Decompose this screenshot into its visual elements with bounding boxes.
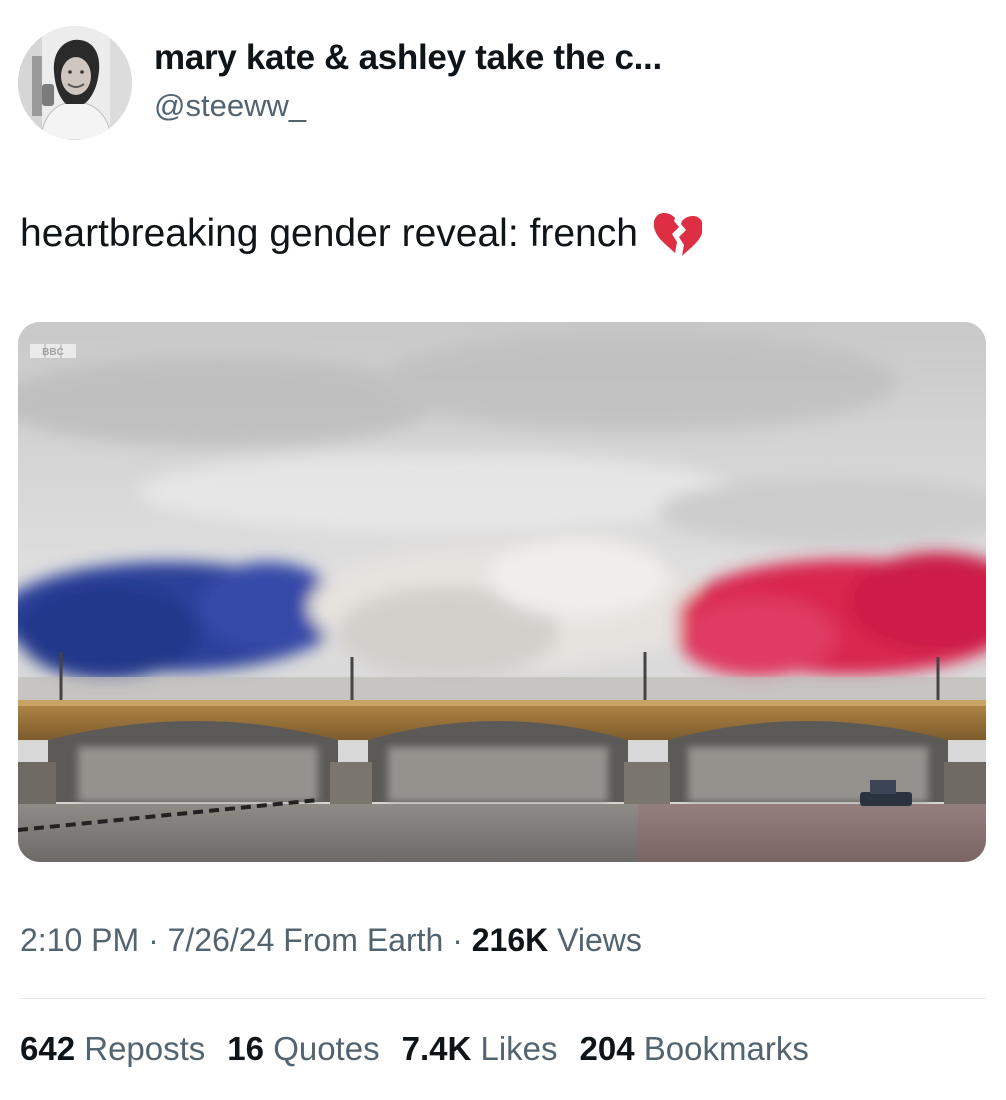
tweet-date[interactable]: 7/26/24 bbox=[168, 922, 275, 958]
bridge-smoke-photo: BBC bbox=[18, 322, 986, 862]
tweet-text-body: heartbreaking gender reveal: french bbox=[20, 212, 638, 255]
tweet-meta: 2:10 PM · 7/26/24 From Earth · 216K View… bbox=[20, 922, 642, 959]
broken-heart-emoji-icon bbox=[652, 210, 704, 258]
likes-stat[interactable]: 7.4K Likes bbox=[402, 1030, 558, 1068]
quotes-stat[interactable]: 16 Quotes bbox=[227, 1030, 379, 1068]
bookmarks-count: 204 bbox=[579, 1030, 635, 1067]
tweet-source: From Earth bbox=[283, 922, 444, 958]
divider bbox=[20, 998, 986, 999]
quotes-count: 16 bbox=[227, 1030, 265, 1067]
author-display-name[interactable]: mary kate & ashley take the c... bbox=[154, 38, 662, 78]
reposts-stat[interactable]: 642 Reposts bbox=[20, 1030, 205, 1068]
views-count: 216K bbox=[471, 922, 549, 958]
tweet-time[interactable]: 2:10 PM bbox=[20, 922, 139, 958]
reposts-label: Reposts bbox=[84, 1030, 206, 1067]
reposts-count: 642 bbox=[20, 1030, 76, 1067]
avatar[interactable] bbox=[18, 26, 132, 140]
avatar-photo-icon bbox=[18, 26, 132, 140]
bookmarks-stat[interactable]: 204 Bookmarks bbox=[580, 1030, 809, 1068]
bookmarks-label: Bookmarks bbox=[643, 1030, 809, 1067]
tweet-media-image[interactable]: BBC bbox=[18, 322, 986, 862]
quotes-label: Quotes bbox=[273, 1030, 380, 1067]
likes-label: Likes bbox=[480, 1030, 558, 1067]
author-handle[interactable]: @steeww_ bbox=[154, 88, 306, 124]
media-watermark: BBC bbox=[42, 347, 64, 358]
meta-separator: · bbox=[452, 922, 463, 958]
likes-count: 7.4K bbox=[401, 1030, 472, 1067]
engagement-stats: 642 Reposts 16 Quotes 7.4K Likes 204 Boo… bbox=[20, 1030, 809, 1068]
meta-separator: · bbox=[148, 922, 159, 958]
tweet-text: heartbreaking gender reveal: french bbox=[20, 210, 704, 258]
views-label: Views bbox=[557, 922, 642, 958]
